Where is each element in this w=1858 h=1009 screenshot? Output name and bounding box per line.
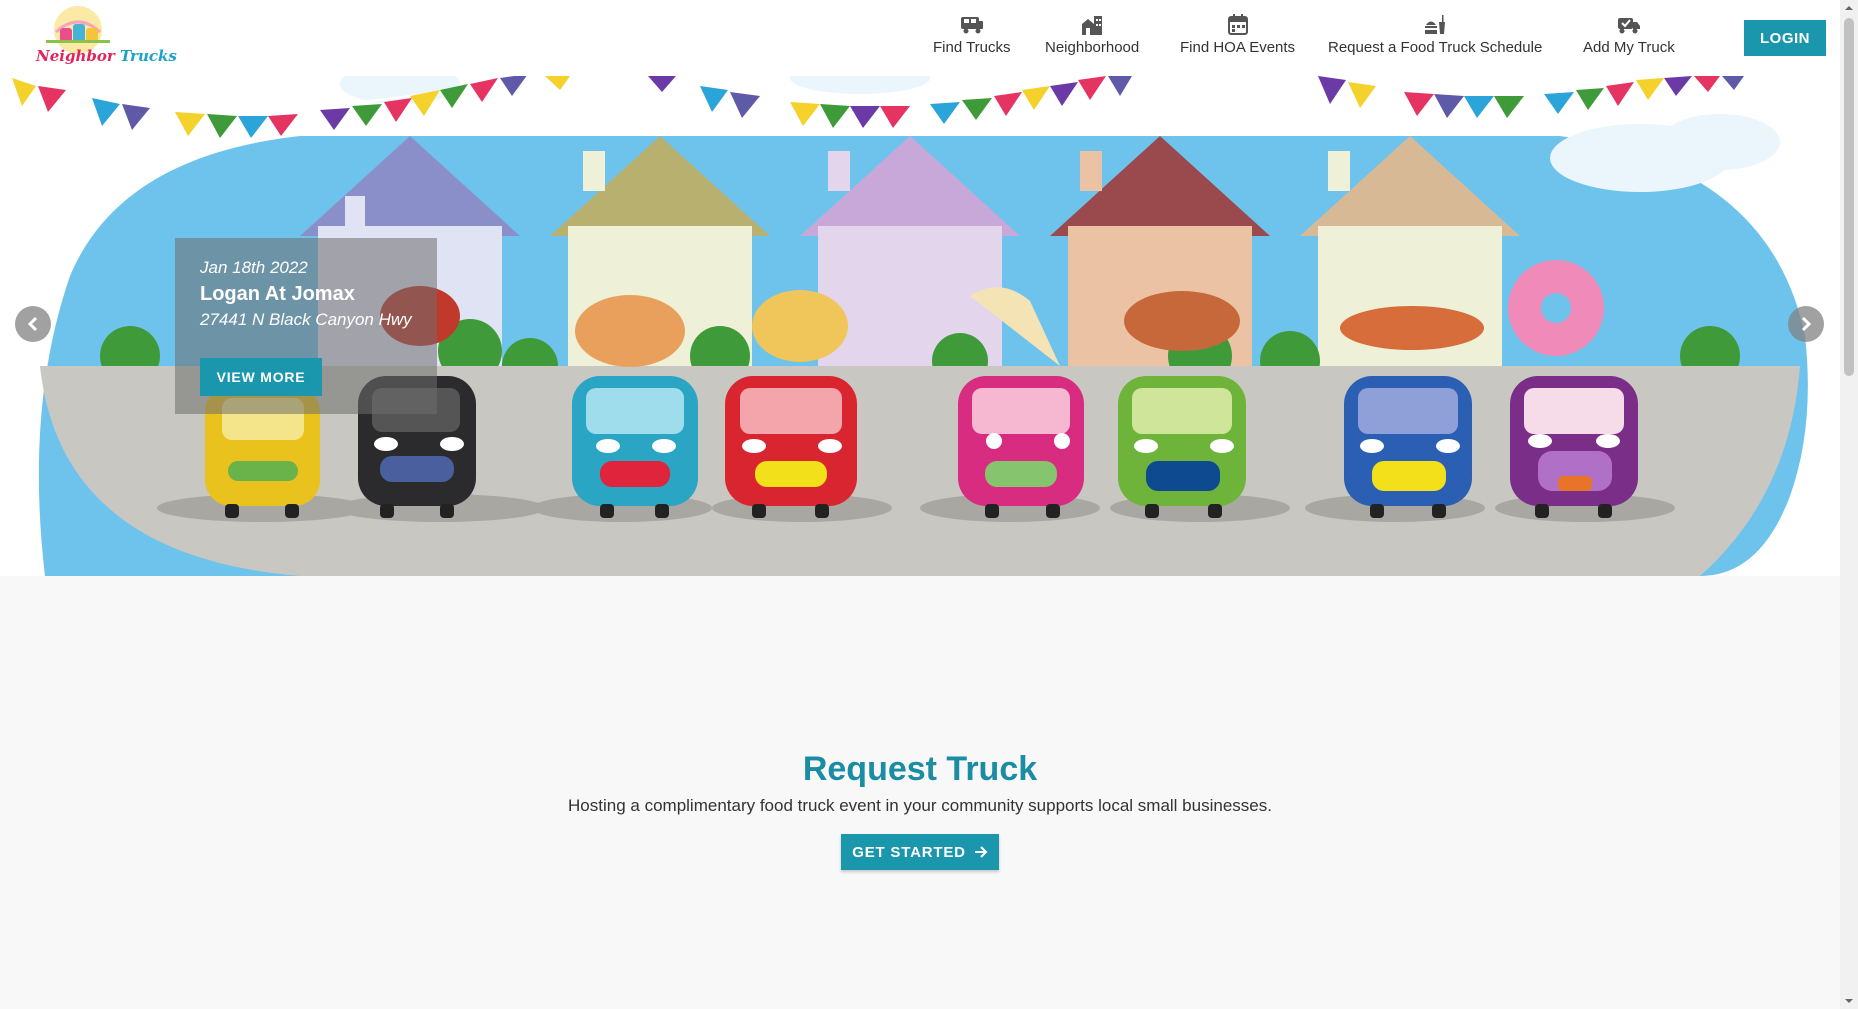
- calendar-icon: [1227, 14, 1248, 35]
- view-more-button[interactable]: VIEW MORE: [200, 358, 322, 396]
- event-address: 27441 N Black Canyon Hwy: [200, 310, 412, 329]
- carousel-next-button[interactable]: [1788, 306, 1824, 342]
- brand-logo[interactable]: Neighbor Trucks: [16, 4, 177, 72]
- section-title: Request Truck: [802, 750, 1038, 788]
- request-truck-section: Request Truck Hosting a complimentary fo…: [0, 576, 1840, 1009]
- food-drink-icon: [1425, 15, 1446, 34]
- chevron-right-icon: [1801, 316, 1812, 332]
- nav-find-trucks[interactable]: Find Trucks: [933, 14, 1011, 56]
- nav-label: Request a Food Truck Schedule: [1328, 39, 1543, 56]
- brand-name-part1: Neighbor: [36, 47, 115, 65]
- nav-neighborhood[interactable]: Neighborhood: [1045, 14, 1139, 56]
- get-started-label: GET STARTED: [852, 843, 966, 861]
- site-header: Neighbor Trucks Find Trucks Neighborhood…: [0, 0, 1840, 76]
- get-started-button[interactable]: GET STARTED: [841, 834, 999, 870]
- arrow-right-icon: [974, 846, 988, 858]
- carousel-prev-button[interactable]: [15, 306, 51, 342]
- page-scrollbar[interactable]: [1840, 0, 1858, 1009]
- chevron-left-icon: [27, 316, 38, 332]
- event-caption: Jan 18th 2022 Logan At Jomax 27441 N Bla…: [175, 238, 437, 414]
- truck-check-icon: [1617, 18, 1640, 34]
- nav-request-schedule[interactable]: Request a Food Truck Schedule: [1328, 14, 1542, 56]
- building-icon: [1082, 16, 1103, 35]
- nav-label: Find Trucks: [933, 39, 1011, 56]
- login-button[interactable]: LOGIN: [1744, 20, 1826, 56]
- nav-label: Add My Truck: [1583, 39, 1675, 56]
- section-description: Hosting a complimentary food truck event…: [568, 796, 1272, 815]
- hero-carousel: Jan 18th 2022 Logan At Jomax 27441 N Bla…: [0, 76, 1840, 576]
- brand-name: Neighbor Trucks: [36, 47, 177, 65]
- nav-label: Neighborhood: [1045, 39, 1140, 56]
- scroll-down-icon[interactable]: [1844, 996, 1854, 1006]
- brand-name-part2: Trucks: [119, 47, 177, 65]
- nav-find-hoa-events[interactable]: Find HOA Events: [1180, 14, 1295, 56]
- event-title: Logan At Jomax: [200, 283, 355, 305]
- scroll-up-icon[interactable]: [1844, 3, 1854, 13]
- event-date: Jan 18th 2022: [200, 258, 308, 277]
- scroll-thumb[interactable]: [1844, 18, 1854, 376]
- nav-add-my-truck[interactable]: Add My Truck: [1583, 14, 1675, 56]
- nav-label: Find HOA Events: [1180, 39, 1296, 56]
- truck-icon: [960, 17, 983, 34]
